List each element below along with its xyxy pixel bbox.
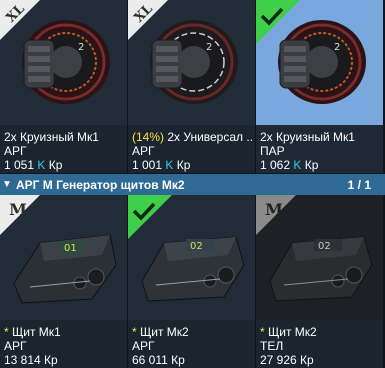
svg-text:01: 01 xyxy=(64,243,77,254)
module-card-2[interactable]: 2 XL (14%) 2x Универсал ... АРГ 1 001 K … xyxy=(128,0,255,173)
module-name: 2x Универсал ... xyxy=(164,130,253,144)
module-name: Щит Мк2 xyxy=(264,325,317,339)
checkmark-icon xyxy=(256,0,300,44)
module-price: 1 062 K Кр xyxy=(260,158,319,172)
page-indicator: 1 / 1 xyxy=(347,177,371,192)
module-name: 2x Круизный Мк1 xyxy=(260,130,355,144)
module-card-text: (14%) 2x Универсал ... АРГ 1 001 K Кр xyxy=(132,130,253,172)
size-m-badge: M xyxy=(256,195,300,239)
module-price: 27 926 Кр xyxy=(260,353,314,367)
shield-card-2[interactable]: 02 * Щит Мк2 АРГ 66 011 Кр xyxy=(128,195,255,368)
size-xl-badge: XL xyxy=(128,0,172,44)
module-maker: АРГ xyxy=(4,339,27,353)
svg-text:02: 02 xyxy=(318,241,331,252)
module-name: 2x Круизный Мк1 xyxy=(4,130,99,144)
svg-text:02: 02 xyxy=(190,241,203,252)
module-card-text: 2x Круизный Мк1 АРГ 1 051 K Кр xyxy=(4,130,125,172)
section-title: АРГ М Генератор щитов Мк2 xyxy=(16,177,185,192)
module-card-3[interactable]: 2 2x Круизный Мк1 ПАР 1 062 K Кр xyxy=(256,0,383,173)
module-price: 1 051 K Кр xyxy=(4,158,63,172)
module-maker: АРГ xyxy=(4,144,27,158)
module-row-top: 2 XL 2x Круизный Мк1 АРГ 1 051 K Кр 2 XL… xyxy=(0,0,385,173)
module-maker: АРГ xyxy=(132,144,155,158)
module-card-1[interactable]: 2 XL 2x Круизный Мк1 АРГ 1 051 K Кр xyxy=(0,0,127,173)
module-price: 13 814 Кр xyxy=(4,353,58,367)
module-card-text: * Щит Мк1 АРГ 13 814 Кр xyxy=(4,325,125,367)
shield-card-3[interactable]: 02 M * Щит Мк2 ТЕЛ 27 926 Кр xyxy=(256,195,383,368)
module-card-text: * Щит Мк2 АРГ 66 011 Кр xyxy=(132,325,253,367)
svg-text:2: 2 xyxy=(334,42,340,53)
shield-card-1[interactable]: 01 M * Щит Мк1 АРГ 13 814 Кр xyxy=(0,195,127,368)
module-name: Щит Мк2 xyxy=(136,325,189,339)
module-price: 66 011 Кр xyxy=(132,353,185,367)
module-maker: ТЕЛ xyxy=(260,339,284,353)
collapse-arrow-icon[interactable]: ▼ xyxy=(2,179,16,190)
size-xl-badge: XL xyxy=(0,0,44,44)
checkmark-icon xyxy=(128,195,172,239)
svg-text:2: 2 xyxy=(78,42,84,53)
module-name: Щит Мк1 xyxy=(8,325,61,339)
module-card-text: * Щит Мк2 ТЕЛ 27 926 Кр xyxy=(260,325,381,367)
module-price: 1 001 K Кр xyxy=(132,158,191,172)
svg-text:2: 2 xyxy=(206,42,212,53)
size-m-badge: M xyxy=(0,195,44,239)
section-header[interactable]: ▼ АРГ М Генератор щитов Мк2 1 / 1 xyxy=(0,174,385,195)
module-card-text: 2x Круизный Мк1 ПАР 1 062 K Кр xyxy=(260,130,381,172)
module-maker: АРГ xyxy=(132,339,155,353)
module-row-bottom: 01 M * Щит Мк1 АРГ 13 814 Кр 02 * Щит Мк… xyxy=(0,195,385,368)
module-maker: ПАР xyxy=(260,144,285,158)
